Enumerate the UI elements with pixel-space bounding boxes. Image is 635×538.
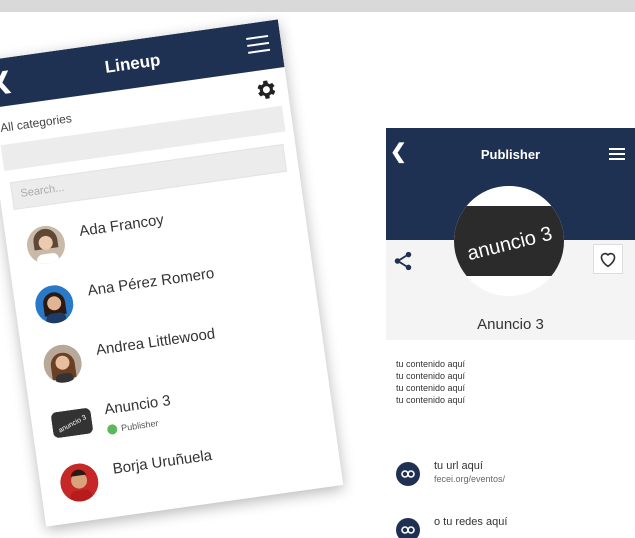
content-line: tu contenido aquí <box>396 395 466 405</box>
category-filter[interactable]: All categories <box>0 111 73 135</box>
person-name: Ana Pérez Romero <box>86 264 216 300</box>
content-line: tu contenido aquí <box>396 383 466 393</box>
content-line: tu contenido aquí <box>396 359 466 369</box>
page-title: Lineup <box>103 50 162 77</box>
share-icon[interactable] <box>392 250 414 272</box>
lineup-screen: ❮ Lineup All categories Search... Ada Fr… <box>0 19 344 527</box>
heart-icon <box>600 252 616 268</box>
status-dot-icon <box>106 423 118 436</box>
top-strip <box>0 0 635 12</box>
link-icon <box>396 518 420 538</box>
publisher-name: Anuncio 3 <box>477 316 544 333</box>
hamburger-menu-icon[interactable] <box>609 148 625 160</box>
favorite-button[interactable] <box>593 244 623 274</box>
publisher-screen: ❮ Publisher anuncio 3 Anuncio 3 tu conte… <box>386 128 635 538</box>
publisher-logo: anuncio 3 <box>454 186 564 296</box>
hamburger-menu-icon[interactable] <box>246 34 271 54</box>
link-title: tu url aquí <box>434 460 483 472</box>
link-title: o tu redes aquí <box>434 516 508 528</box>
publisher-description: tu contenido aquí tu contenido aquí tu c… <box>396 358 465 406</box>
lineup-list: Ada Francoy Ana Pérez Romero Andrea Litt… <box>3 180 342 519</box>
avatar <box>24 223 68 267</box>
publisher-name: Anuncio 3 <box>103 392 172 419</box>
lineup-header: ❮ Lineup <box>0 19 285 109</box>
link-icon <box>396 462 420 486</box>
person-name: Borja Uruñuela <box>111 446 214 478</box>
content-line: tu contenido aquí <box>396 371 466 381</box>
badge-label: Publisher <box>120 418 160 434</box>
status-badge: Publisher <box>106 418 160 436</box>
gear-icon[interactable] <box>252 76 279 103</box>
person-name: Andrea Littlewood <box>94 325 217 359</box>
avatar <box>57 461 101 505</box>
person-name: Ada Francoy <box>78 211 165 241</box>
link-item-social[interactable]: o tu redes aquí <box>396 516 507 538</box>
link-item-url[interactable]: tu url aquí fecei.org/eventos/ <box>396 460 505 486</box>
link-url: fecei.org/eventos/ <box>434 474 506 484</box>
publisher-thumbnail: anuncio 3 <box>50 407 94 439</box>
avatar <box>41 342 85 386</box>
page-title: Publisher <box>480 147 541 162</box>
avatar <box>32 282 76 326</box>
